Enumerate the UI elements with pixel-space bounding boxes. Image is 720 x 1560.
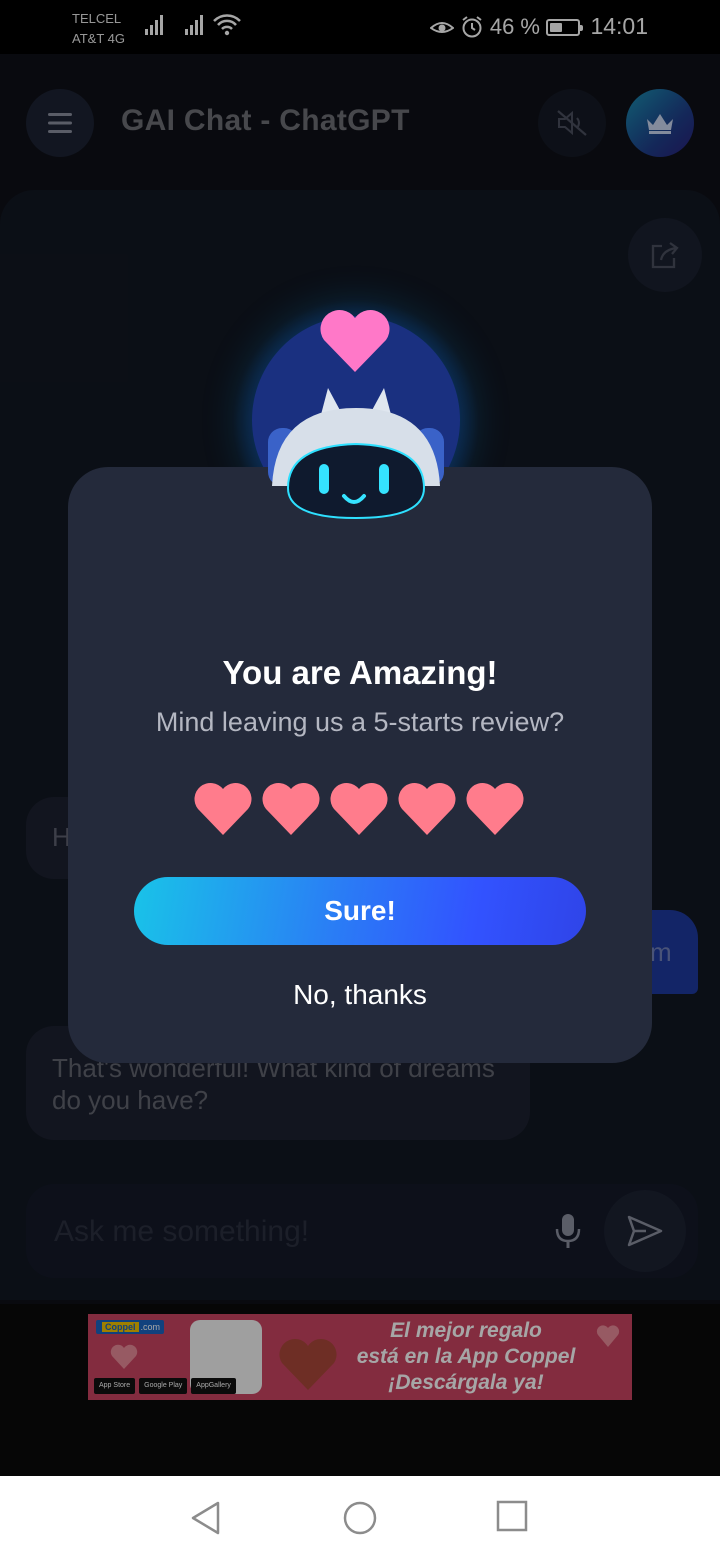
rating-heart-5[interactable] <box>466 781 524 837</box>
dialog-subtitle: Mind leaving us a 5-starts review? <box>155 707 565 737</box>
recents-icon[interactable] <box>496 1500 528 1532</box>
robot-mascot-icon <box>268 309 444 520</box>
rating-hearts <box>194 781 524 837</box>
dialog-title: You are Amazing! <box>222 654 498 691</box>
dismiss-button[interactable]: No, thanks <box>68 979 652 1011</box>
system-nav-bar <box>0 1476 720 1560</box>
rating-heart-4[interactable] <box>398 781 456 837</box>
rating-heart-2[interactable] <box>262 781 320 837</box>
home-icon[interactable] <box>342 1500 378 1536</box>
back-icon[interactable] <box>188 1500 224 1536</box>
rating-heart-1[interactable] <box>194 781 252 837</box>
rating-dialog: You are Amazing! Mind leaving us a 5-sta… <box>68 467 652 1063</box>
rating-heart-3[interactable] <box>330 781 388 837</box>
confirm-review-button[interactable]: Sure! <box>134 877 586 945</box>
